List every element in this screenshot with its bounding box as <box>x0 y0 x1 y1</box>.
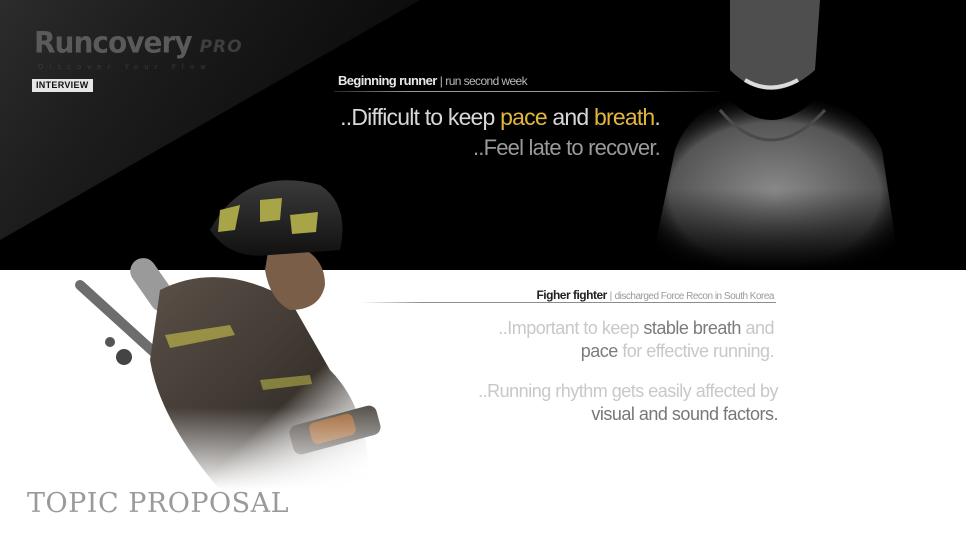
quote-text: ..Important to keep <box>498 318 644 338</box>
highlight-breath: breath <box>593 104 655 130</box>
footer-title: TOPIC PROPOSAL <box>27 488 290 519</box>
quote-text: for effective running. <box>617 341 774 361</box>
interview-2-divider <box>360 302 776 303</box>
emphasis-stable-breath: stable breath <box>643 318 741 338</box>
interview-1-subtitle: run second week <box>445 74 528 88</box>
interview-2-subtitle: discharged Force Recon in South Korea <box>614 291 775 302</box>
quote-text: . <box>654 104 660 130</box>
emphasis-visual-sound: visual and sound factors. <box>591 404 778 424</box>
interview-2-separator: | <box>609 291 613 302</box>
interview-1-separator: | <box>439 74 443 88</box>
highlight-pace: pace <box>500 104 547 130</box>
firefighter-photo <box>70 160 400 490</box>
quote-line: pace for effective running. <box>498 340 775 363</box>
quote-text: and <box>740 318 774 338</box>
interview-2-quote-2: ..Running rhythm gets easily affected by… <box>478 380 778 426</box>
interview-1-quote-1: ..Difficult to keep pace and breath. <box>340 104 661 131</box>
brand-logo: Runcovery PRO Discover Your Flow <box>34 25 243 71</box>
interview-1-quote-2: ..Feel late to recover. <box>472 135 661 160</box>
quote-line: ..Running rhythm gets easily affected by <box>478 381 778 401</box>
quote-text: ..Difficult to keep <box>340 104 501 130</box>
brand-edition: PRO <box>199 37 243 57</box>
interview-2-header: Figher fighter | discharged Force Recon … <box>536 288 774 302</box>
runner-photo <box>620 0 920 270</box>
brand-name: Runcovery <box>34 25 193 60</box>
quote-text: and <box>546 104 594 130</box>
interview-2-title: Figher fighter <box>536 288 607 302</box>
interview-2-quote-1: ..Important to keep stable breath and pa… <box>498 317 774 363</box>
quote-line: ..Important to keep stable breath and <box>498 317 774 340</box>
interview-1-title: Beginning runner <box>338 73 437 88</box>
brand-tagline: Discover Your Flow <box>38 63 212 71</box>
emphasis-pace: pace <box>580 341 619 361</box>
interview-1-header: Beginning runner | run second week <box>338 73 528 88</box>
interview-badge: INTERVIEW <box>32 79 93 92</box>
interview-1-divider <box>334 91 719 92</box>
